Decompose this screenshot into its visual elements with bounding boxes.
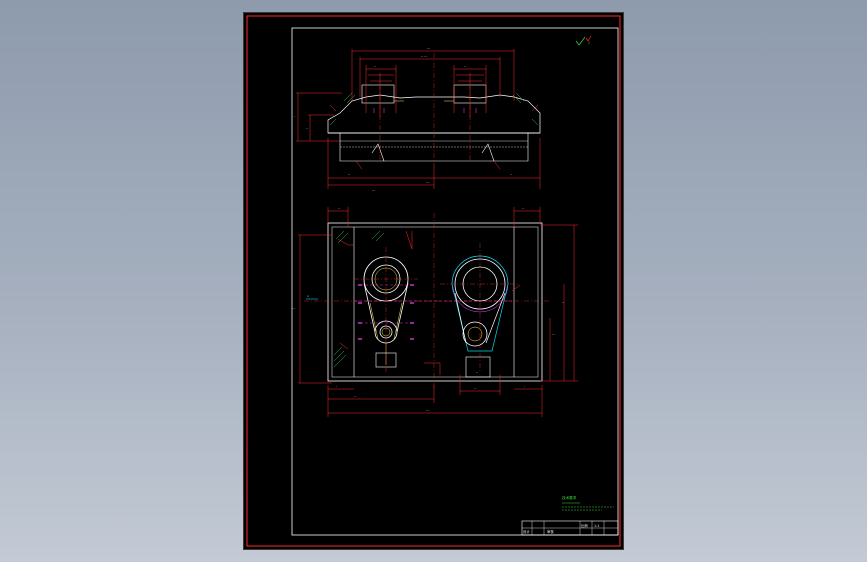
top-view: --- -- --- -- -- --- --- -- -- - -- <box>294 46 541 192</box>
svg-text:--: -- <box>306 126 308 130</box>
svg-text:√: √ <box>588 41 591 45</box>
svg-text:--: -- <box>464 64 466 68</box>
svg-text:--: -- <box>474 386 476 390</box>
front-view: A -- -- --- -- --- --- -- -- -- - - <box>292 206 578 417</box>
title-block-reviewer: 审核 <box>547 529 554 534</box>
svg-text:---: --- <box>427 46 430 50</box>
title-block-scale-label: 比例 <box>581 523 588 528</box>
svg-text:-: - <box>336 384 337 388</box>
svg-text:--: -- <box>476 370 478 374</box>
drawing-canvas: √ --- -- --- -- -- --- --- -- -- - -- A … <box>246 15 621 547</box>
svg-text:---: --- <box>426 180 429 184</box>
svg-text:---: --- <box>426 408 429 412</box>
svg-text:--: -- <box>354 394 356 398</box>
svg-text:---: --- <box>292 306 295 310</box>
sheet-outer-border <box>246 15 621 547</box>
technical-requirements-label: 技术要求 <box>562 495 577 500</box>
title-block-scale-value: 1:1 <box>594 524 599 528</box>
svg-text:-: - <box>294 114 295 118</box>
front-view-body <box>327 222 543 382</box>
svg-text:---: --- <box>552 332 555 336</box>
cad-viewport[interactable]: √ --- -- --- -- -- --- --- -- -- - -- A … <box>0 0 867 562</box>
svg-text:A: A <box>307 294 310 298</box>
svg-text:-: - <box>524 384 525 388</box>
svg-text:--: -- <box>562 300 564 304</box>
svg-text:--: -- <box>522 206 524 210</box>
roughness-symbol-icon: √ <box>575 35 592 46</box>
technical-requirements-note: 技术要求 <box>562 495 614 511</box>
title-block: 设计 审核 比例 1:1 <box>521 520 619 536</box>
svg-text:--: -- <box>374 64 376 68</box>
svg-text:--: -- <box>348 172 350 176</box>
svg-text:--: -- <box>510 172 512 176</box>
section-arrow-icon: A <box>306 294 318 300</box>
drawing-sheet: √ --- -- --- -- -- --- --- -- -- - -- A … <box>243 12 624 550</box>
svg-text:-- ---: -- --- <box>421 54 427 58</box>
svg-text:--: -- <box>338 206 340 210</box>
svg-text:---: --- <box>372 188 375 192</box>
title-block-designer: 设计 <box>523 529 530 534</box>
